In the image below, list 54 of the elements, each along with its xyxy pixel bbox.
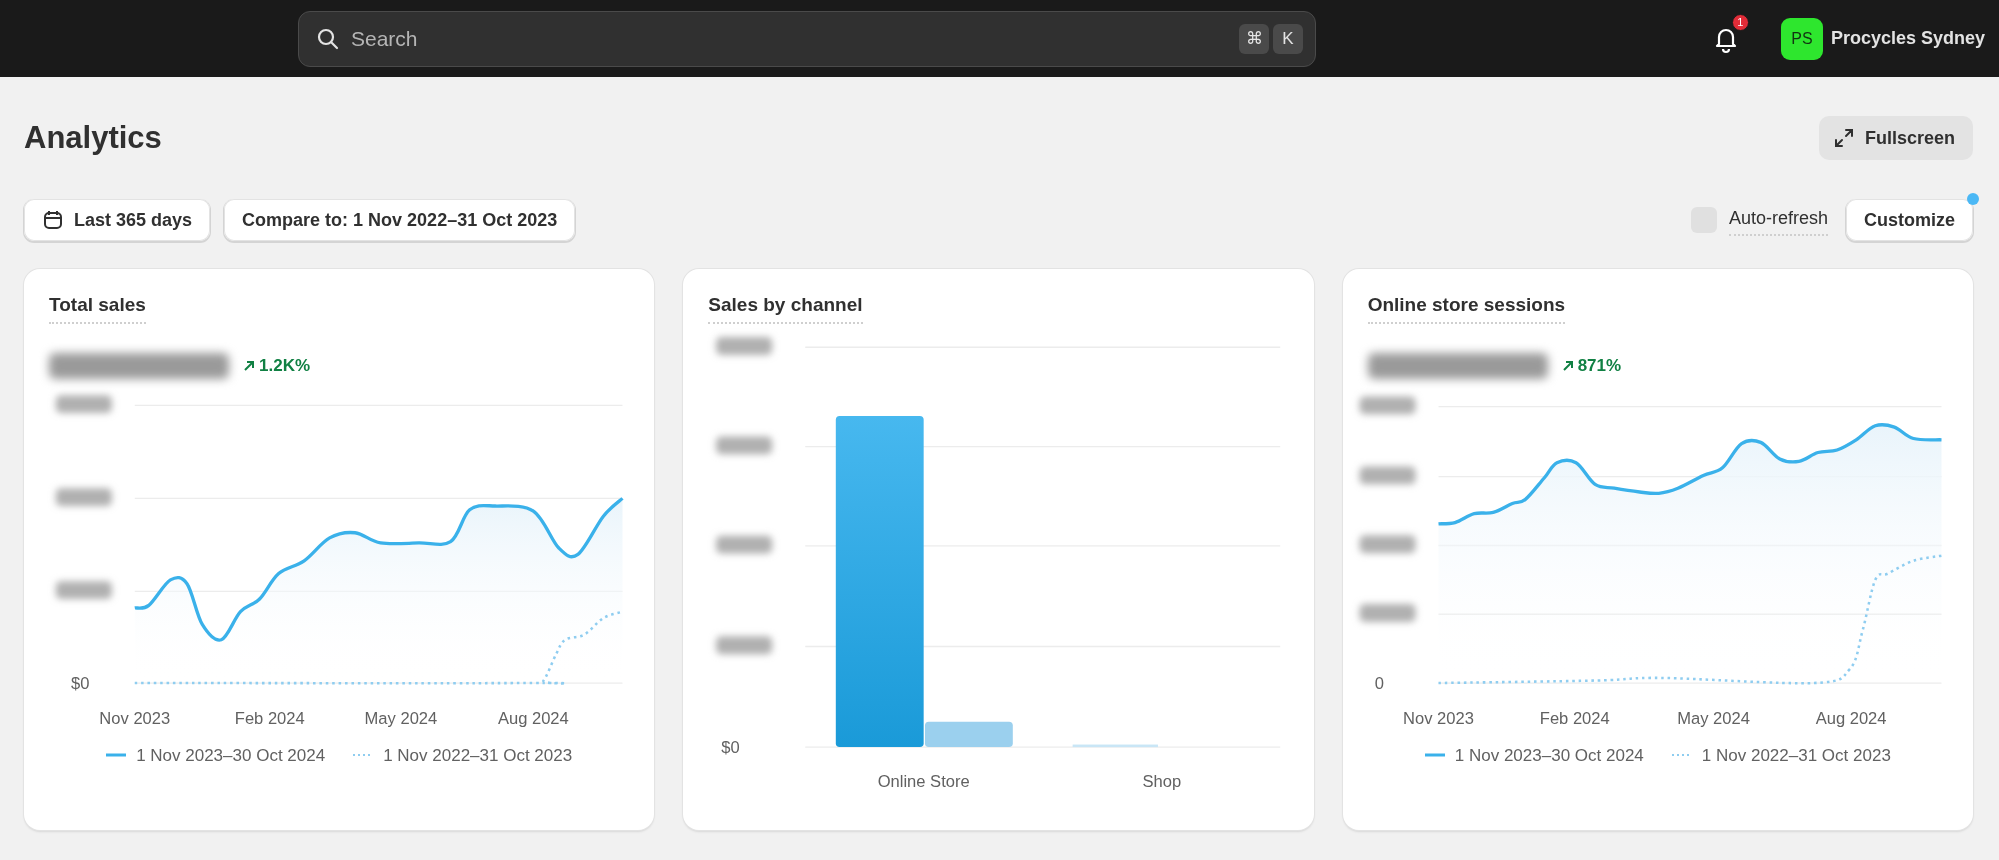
redacted-label — [1359, 466, 1416, 484]
axis-label: Feb 2024 — [234, 708, 305, 728]
card-title: Online store sessions — [1367, 291, 1566, 324]
axis-label: Shop — [1142, 771, 1182, 791]
legend-label: 1 Nov 2023–30 Oct 2024 — [136, 744, 326, 767]
axis-label: Aug 2024 — [497, 708, 569, 728]
redacted-label — [1359, 603, 1416, 622]
customize-button[interactable]: Customize — [1846, 199, 1973, 241]
notification-badge: 1 — [1731, 13, 1749, 31]
axis-label: Online Store — [878, 771, 970, 791]
fullscreen-button[interactable]: Fullscreen — [1818, 116, 1973, 160]
store-avatar[interactable]: PS — [1780, 17, 1823, 60]
card-title: Sales by channel — [708, 291, 863, 324]
legend-line-icon — [106, 753, 127, 758]
legend-label: 1 Nov 2022–31 Oct 2023 — [383, 744, 573, 767]
axis-label: $0 — [721, 737, 740, 757]
date-range-button[interactable]: Last 365 days — [24, 199, 211, 241]
page-title: Analytics — [24, 119, 162, 157]
axis-label: Nov 2023 — [99, 708, 171, 728]
up-arrow-icon — [243, 359, 255, 372]
axis-label: Feb 2024 — [1539, 708, 1610, 728]
redacted-label — [716, 435, 773, 454]
axis-label: 0 — [1374, 673, 1384, 693]
legend-line-icon — [1424, 753, 1445, 758]
search-icon — [317, 27, 339, 50]
legend-label: 1 Nov 2023–30 Oct 2024 — [1454, 744, 1644, 767]
axis-label: May 2024 — [1676, 708, 1750, 728]
checkbox-label: Auto-refresh — [1728, 204, 1828, 236]
redacted-label — [1359, 396, 1416, 414]
redacted-label — [55, 580, 112, 599]
search-field[interactable]: Search ⌘ K — [298, 10, 1316, 67]
shortcut-key: ⌘ — [1239, 23, 1269, 54]
redacted-label — [716, 336, 773, 355]
axis-label: Aug 2024 — [1815, 708, 1887, 728]
legend-label: 1 Nov 2022–31 Oct 2023 — [1701, 744, 1891, 767]
redacted-label — [55, 394, 112, 413]
search-input[interactable]: Search — [349, 21, 1229, 56]
redacted-label — [1359, 534, 1416, 553]
redacted-label — [716, 535, 773, 554]
axis-label: $0 — [71, 673, 90, 693]
change-indicator: 871% — [1561, 352, 1622, 379]
redacted-label — [716, 635, 773, 654]
store-name[interactable]: Procycles Sydney — [1830, 25, 1985, 52]
calendar-icon — [42, 209, 64, 231]
compare-button[interactable]: Compare to: 1 Nov 2022–31 Oct 2023 — [224, 199, 576, 241]
axis-label: May 2024 — [364, 708, 438, 728]
redacted-label — [55, 487, 112, 506]
card-title: Total sales — [49, 291, 146, 324]
up-arrow-icon — [1561, 359, 1574, 372]
shortcut-key: K — [1273, 23, 1303, 54]
change-indicator: 1.2K% — [243, 352, 311, 379]
expand-icon — [1832, 127, 1855, 149]
axis-label: Nov 2023 — [1402, 708, 1474, 728]
legend-line-icon — [1671, 753, 1692, 758]
